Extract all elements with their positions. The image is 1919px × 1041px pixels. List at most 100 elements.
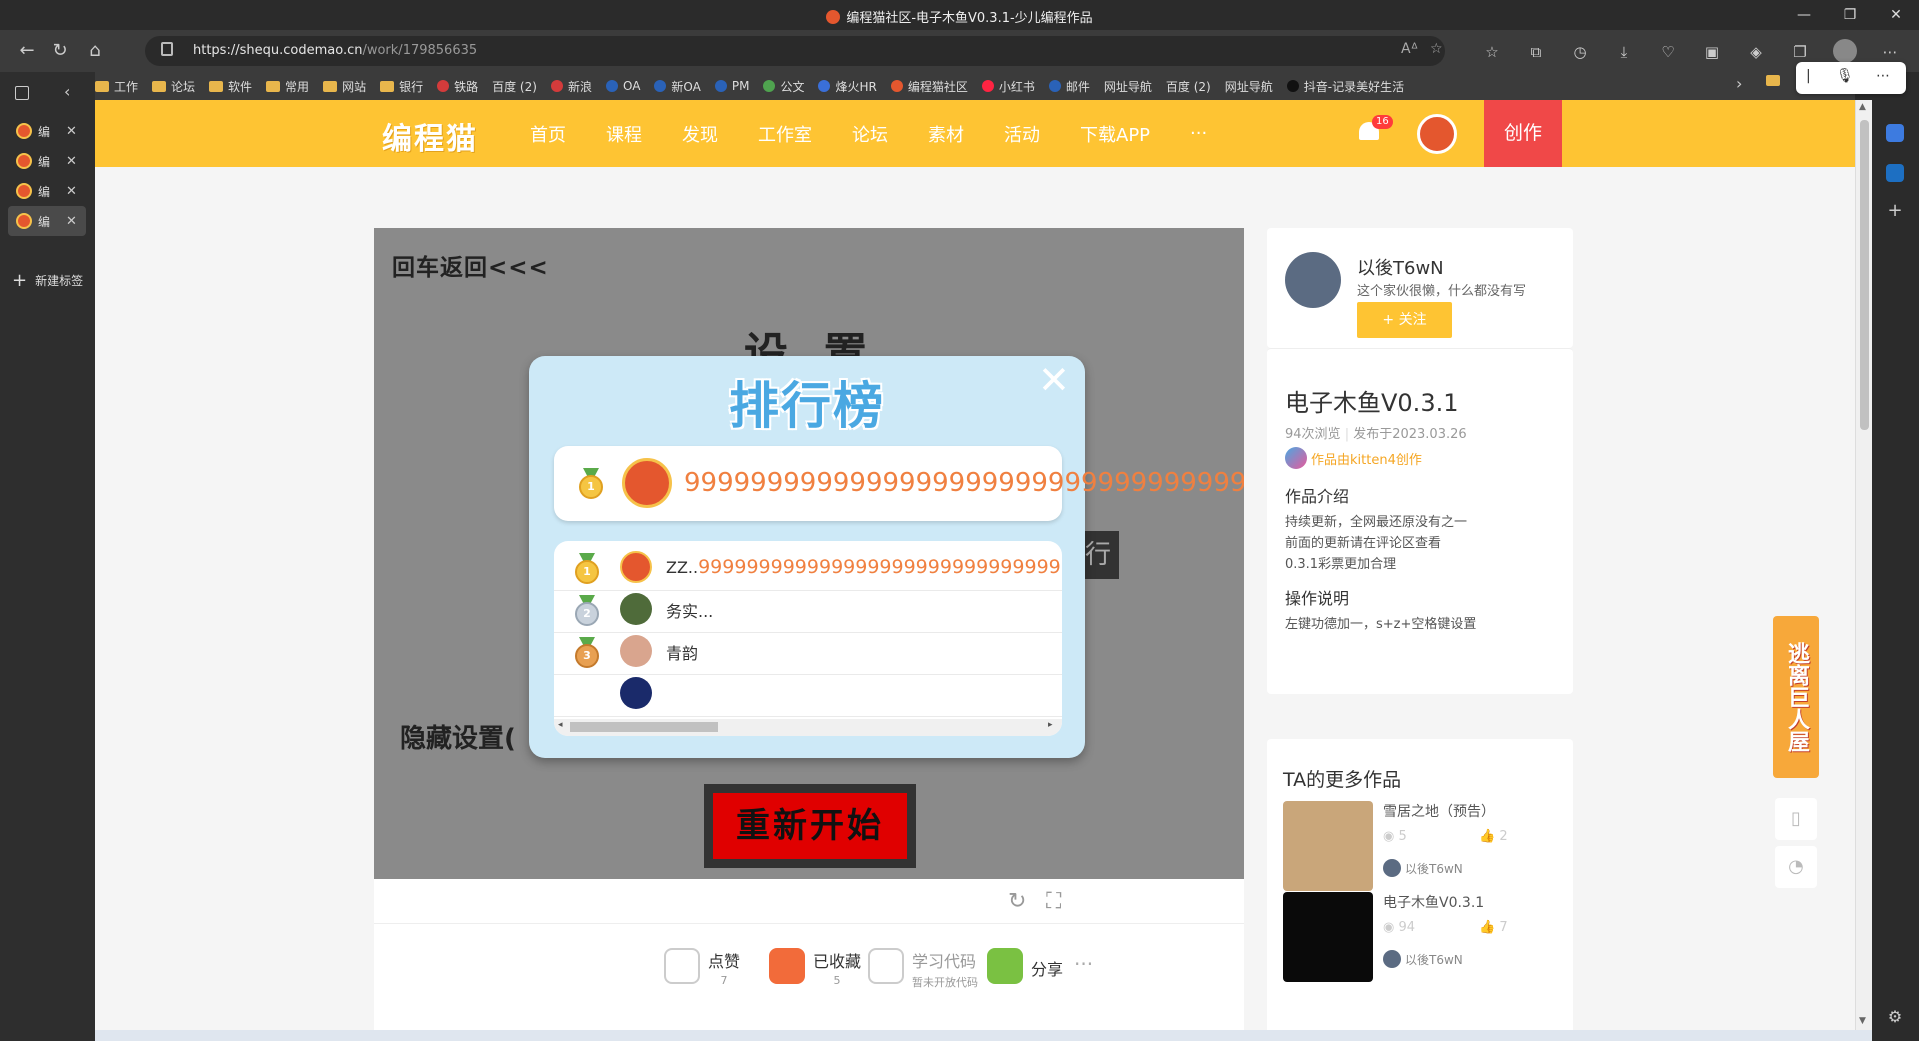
user-avatar[interactable] [1417,114,1457,154]
close-window-button[interactable]: ✕ [1873,0,1919,30]
tab-item[interactable]: 编 ✕ [8,176,86,206]
collapse-panel-icon[interactable]: ‹ [64,82,70,101]
horizontal-scrollbar[interactable]: ◂ ▸ [554,719,1062,736]
favorite-add-icon[interactable]: ☆ [1430,41,1443,57]
bookmark-item[interactable]: 论坛 [152,78,195,95]
tab-actions-icon[interactable] [15,86,29,100]
add-sidebar-app-icon[interactable]: + [1886,202,1904,220]
collect-button[interactable]: 已收藏 5 [769,948,861,987]
profile-avatar[interactable] [1833,39,1857,63]
mobile-icon[interactable]: ▯ [1775,798,1817,840]
study-code-button[interactable]: 学习代码 暂未开放代码 [868,948,978,990]
bookmark-item[interactable]: 烽火HR [818,78,877,95]
bookmark-item[interactable]: 小红书 [981,78,1035,95]
work-item-title[interactable]: 雪居之地（预告） [1383,801,1495,821]
minimize-button[interactable]: — [1781,0,1827,30]
favorites-icon[interactable]: ☆ [1480,40,1504,64]
bookmark-item[interactable]: 百度 (2) [1166,78,1211,95]
bookmark-item[interactable]: 网站 [323,78,366,95]
bookmark-item[interactable]: 铁路 [437,78,478,95]
feedback-icon[interactable]: ◔ [1775,846,1817,888]
bookmark-item[interactable]: 工作 [95,78,138,95]
like-button[interactable]: 点赞 7 [664,948,740,987]
bookmark-item[interactable]: 银行 [380,78,423,95]
more-work-item[interactable]: 雪居之地（预告） ◉ 5 👍 2 以後T6wN [1283,801,1563,893]
new-tab-button[interactable]: + 新建标签 [12,270,83,291]
author-name[interactable]: 以後T6wN [1357,254,1444,280]
close-tab-icon[interactable]: ✕ [66,184,77,199]
back-icon[interactable]: ← [14,39,40,63]
nav-download-app[interactable]: 下载APP [1080,121,1150,147]
page-scroll-thumb[interactable] [1860,120,1869,430]
nav-forum[interactable]: 论坛 [852,121,888,147]
nav-home[interactable]: 首页 [530,121,566,147]
browser-essentials-icon[interactable]: ◈ [1744,40,1768,64]
downloads-icon[interactable]: ⤓ [1612,40,1636,64]
page-scrollbar[interactable]: ▲ ▼ [1855,100,1872,1030]
close-tab-icon[interactable]: ✕ [66,214,77,229]
share-button[interactable]: 分享 [987,948,1063,984]
tab-item-active[interactable]: 编 ✕ [8,206,86,236]
follow-button[interactable]: + 关注 [1357,302,1452,338]
bookmark-item[interactable]: 软件 [209,78,252,95]
bookmark-item[interactable]: 新OA [654,78,701,95]
bookmark-item[interactable]: 公文 [763,78,804,95]
refresh-icon[interactable]: ↻ [47,39,73,63]
notification-bell-icon[interactable]: 16 [1358,115,1393,144]
performance-icon[interactable]: ♡ [1656,40,1680,64]
work-item-title[interactable]: 电子木鱼V0.3.1 [1383,892,1484,912]
game-stage[interactable]: 回车返回<<< 设 置 行 隐藏设置( 重新开始 排行榜 ✕ 1 9999999… [374,228,1244,879]
sidebar-settings-icon[interactable]: ⚙ [1886,1008,1904,1026]
close-tab-icon[interactable]: ✕ [66,154,77,169]
restart-button[interactable]: 重新开始 [704,784,916,868]
nav-materials[interactable]: 素材 [928,121,964,147]
tab-item[interactable]: 编 ✕ [8,146,86,176]
other-favorites-folder-icon[interactable] [1766,75,1780,86]
bookmark-item[interactable]: 编程猫社区 [890,78,968,95]
outlook-icon[interactable] [1886,164,1904,182]
create-button[interactable]: 创作 [1484,100,1562,167]
fullscreen-icon[interactable]: ⛶ [1046,889,1061,914]
work-thumbnail[interactable] [1283,801,1373,891]
codemao-logo[interactable]: 编程猫 [382,114,478,158]
ad-banner[interactable]: 逃离巨人屋 [1773,616,1819,778]
collections-icon[interactable]: ⧉ [1524,40,1548,64]
nav-courses[interactable]: 课程 [606,121,642,147]
settings-more-icon[interactable]: ⋯ [1878,40,1902,64]
scroll-down-icon[interactable]: ▼ [1859,1016,1866,1026]
nav-studio[interactable]: 工作室 [758,121,812,147]
scroll-up-icon[interactable]: ▲ [1859,102,1866,112]
bookmark-item[interactable]: 网址导航 [1225,78,1273,95]
lock-icon[interactable] [161,42,173,56]
work-item-author[interactable]: 以後T6wN [1383,950,1463,968]
copilot-icon[interactable] [1886,124,1904,142]
workspaces-icon[interactable]: ❐ [1788,40,1812,64]
text-cursor-icon[interactable]: | [1806,68,1811,84]
bookmark-item[interactable]: 新浪 [550,78,592,95]
close-tab-icon[interactable]: ✕ [66,124,77,139]
bookmark-item[interactable]: 抖音-记录美好生活 [1286,78,1404,95]
history-icon[interactable]: ◷ [1568,40,1592,64]
scroll-right-icon[interactable]: ▸ [1048,720,1053,730]
more-work-item[interactable]: 电子木鱼V0.3.1 ◉ 94 👍 7 以後T6wN [1283,892,1563,984]
restore-button[interactable]: ❐ [1827,0,1873,30]
nav-discover[interactable]: 发现 [682,121,718,147]
work-tool[interactable]: 作品由kitten4创作 [1285,447,1422,469]
bookmark-item[interactable]: 百度 (2) [492,78,537,95]
address-bar[interactable]: https://shequ.codemao.cn/work/179856635 … [145,36,1445,66]
restart-stage-icon[interactable]: ↻ [1008,889,1026,914]
tab-item[interactable]: 编 ✕ [8,116,86,146]
read-aloud-icon[interactable]: Aᐞ [1401,41,1418,57]
work-item-author[interactable]: 以後T6wN [1383,859,1463,877]
bookmark-item[interactable]: PM [714,79,749,93]
close-leaderboard-icon[interactable]: ✕ [1038,358,1070,402]
nav-more[interactable]: ··· [1190,123,1207,144]
home-icon[interactable]: ⌂ [82,39,108,63]
microphone-icon[interactable]: 🎙 [1836,68,1854,84]
bookmark-item[interactable]: 网址导航 [1104,78,1152,95]
bookmark-item[interactable]: OA [605,79,640,93]
leaderboard-list[interactable]: 1 ZZ..999999999999999999999999999999 2 务… [554,541,1062,736]
scroll-left-icon[interactable]: ◂ [558,720,563,730]
screenshot-icon[interactable]: ▣ [1700,40,1724,64]
scroll-thumb[interactable] [570,722,718,732]
